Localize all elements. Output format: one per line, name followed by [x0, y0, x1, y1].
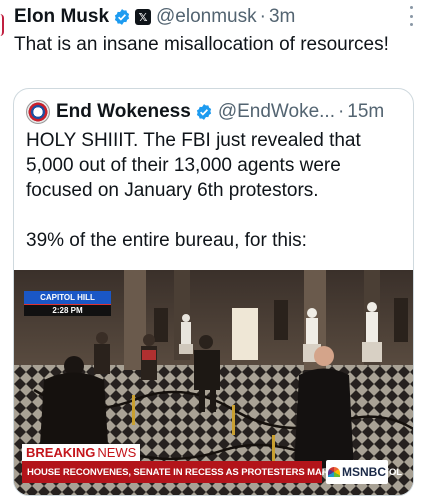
quote-line: 5,000 out of their 13,000 agents were — [26, 155, 341, 176]
separator-dot: · — [337, 101, 345, 122]
verified-badge-icon — [113, 8, 131, 26]
author-handle[interactable]: @elonmusk — [156, 6, 257, 28]
time-label: 2:28 PM — [24, 304, 111, 316]
tweet-header: Elon Musk 𝕏 @elonmusk · 3m — [14, 4, 418, 30]
timestamp[interactable]: 3m — [269, 6, 295, 28]
verified-badge-icon — [195, 103, 213, 121]
location-badge: CAPITOL HILL 2:28 PM — [24, 291, 111, 316]
x-logo-icon: 𝕏 — [135, 9, 152, 25]
quote-line: HOLY SHIIIT. The FBI just revealed that — [26, 130, 361, 151]
network-logo: MSNBC — [326, 460, 388, 484]
breaking-news-label: BREAKING NEWS — [22, 444, 141, 461]
separator-dot: · — [259, 6, 266, 27]
quote-author-name[interactable]: End Wokeness — [56, 101, 191, 123]
quote-author-handle[interactable]: @EndWoke... — [218, 101, 335, 123]
quote-header: End Wokeness @EndWoke... · 15m — [26, 99, 413, 125]
network-label: MSNBC — [342, 465, 386, 479]
tweet-text: That is an insane misallocation of resou… — [14, 34, 389, 55]
author-name[interactable]: Elon Musk — [14, 6, 109, 28]
news-label: NEWS — [97, 445, 137, 460]
avatar[interactable] — [26, 100, 50, 124]
video-player[interactable]: CAPITOL HILL 2:28 PM BREAKING NEWS HOUSE… — [14, 270, 413, 495]
breaking-label: BREAKING — [26, 445, 96, 460]
quote-line: 39% of the entire bureau, for this: — [26, 230, 307, 251]
peacock-icon — [328, 467, 340, 477]
reply-thread-edge — [0, 14, 4, 36]
news-ticker: HOUSE RECONVENES, SENATE IN RECESS AS PR… — [22, 461, 402, 483]
more-options-icon[interactable] — [408, 6, 414, 26]
quote-timestamp[interactable]: 15m — [347, 101, 384, 123]
location-label: CAPITOL HILL — [24, 291, 111, 304]
quote-text: HOLY SHIIIT. The FBI just revealed that … — [26, 128, 401, 253]
quote-tweet[interactable]: End Wokeness @EndWoke... · 15m HOLY SHII… — [13, 88, 414, 496]
quote-line: focused on January 6th protestors. — [26, 180, 319, 201]
tweet[interactable]: Elon Musk 𝕏 @elonmusk · 3m That is an in… — [14, 0, 418, 57]
